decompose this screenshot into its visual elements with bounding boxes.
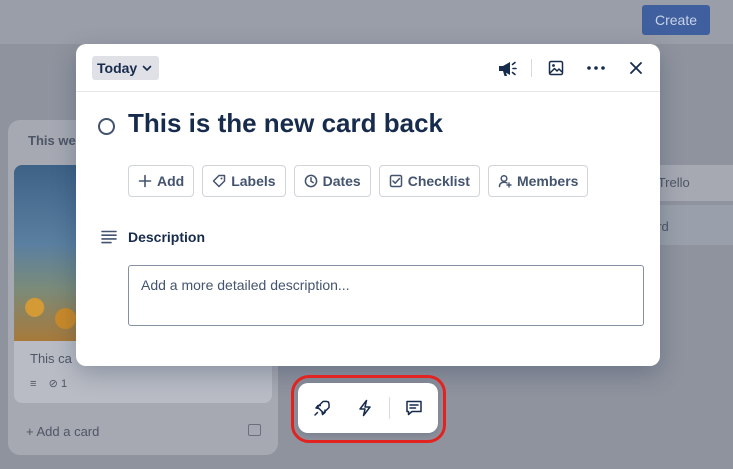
checklist-icon (389, 174, 402, 188)
floating-toolbar (298, 383, 438, 433)
list-selector-label: Today (97, 60, 138, 76)
add-card-button[interactable]: + Add a card (26, 424, 99, 439)
dates-button-label: Dates (322, 173, 361, 189)
more-icon (587, 66, 605, 70)
description-placeholder: Add a more detailed description... (141, 277, 350, 293)
checklist-button[interactable]: Checklist (378, 165, 480, 197)
board-list-title: This we (28, 133, 76, 148)
close-button[interactable] (622, 54, 650, 82)
plus-icon (138, 174, 152, 188)
toolbar-divider (389, 397, 390, 419)
description-icon (101, 230, 117, 244)
list-selector[interactable]: Today (92, 56, 160, 80)
person-icon (498, 174, 512, 188)
complete-toggle[interactable] (98, 118, 115, 135)
card-title[interactable]: This is the new card back (128, 108, 443, 139)
comment-icon (406, 400, 422, 416)
rocket-icon (314, 400, 330, 416)
board-card-title: This ca (30, 351, 72, 366)
description-badge-icon: ≡ (30, 378, 37, 390)
template-icon[interactable] (248, 424, 261, 436)
close-icon (630, 62, 642, 74)
lightning-icon (359, 399, 371, 417)
image-icon (548, 60, 564, 76)
automation-button[interactable] (352, 395, 378, 421)
labels-button[interactable]: Labels (202, 165, 286, 197)
create-button[interactable]: Create (642, 5, 710, 35)
more-actions-button[interactable] (582, 54, 610, 82)
cover-button[interactable] (542, 54, 570, 82)
comments-button[interactable] (401, 395, 427, 421)
dates-button[interactable]: Dates (293, 165, 371, 197)
members-button-label: Members (516, 173, 579, 189)
board-header (0, 0, 733, 44)
power-ups-button[interactable] (309, 395, 335, 421)
labels-button-label: Labels (231, 173, 276, 189)
description-heading: Description (128, 229, 206, 245)
board-card-right-1[interactable]: r Trello (650, 165, 733, 201)
attachment-badge-icon: ⊘ (48, 378, 58, 390)
card-detail-modal: Today This is the new card back Add Labe… (76, 44, 660, 366)
description-input[interactable]: Add a more detailed description... (128, 265, 644, 326)
announcement-button[interactable] (493, 54, 521, 82)
card-actions-bar: Add Labels Dates Checklist Members (128, 165, 589, 197)
members-button[interactable]: Members (487, 165, 589, 197)
megaphone-icon (499, 61, 517, 76)
attachment-count: 1 (60, 378, 68, 390)
chevron-down-icon (142, 65, 152, 71)
clock-icon (304, 174, 317, 188)
board-card-right-2[interactable]: ard (650, 205, 733, 245)
add-button[interactable]: Add (128, 165, 195, 197)
add-button-label: Add (157, 173, 185, 189)
board-card-badges: ≡ ⊘ 1 (30, 377, 67, 390)
header-divider (531, 59, 532, 77)
modal-header: Today (76, 44, 660, 92)
tag-icon (212, 174, 226, 188)
checklist-button-label: Checklist (407, 173, 470, 189)
